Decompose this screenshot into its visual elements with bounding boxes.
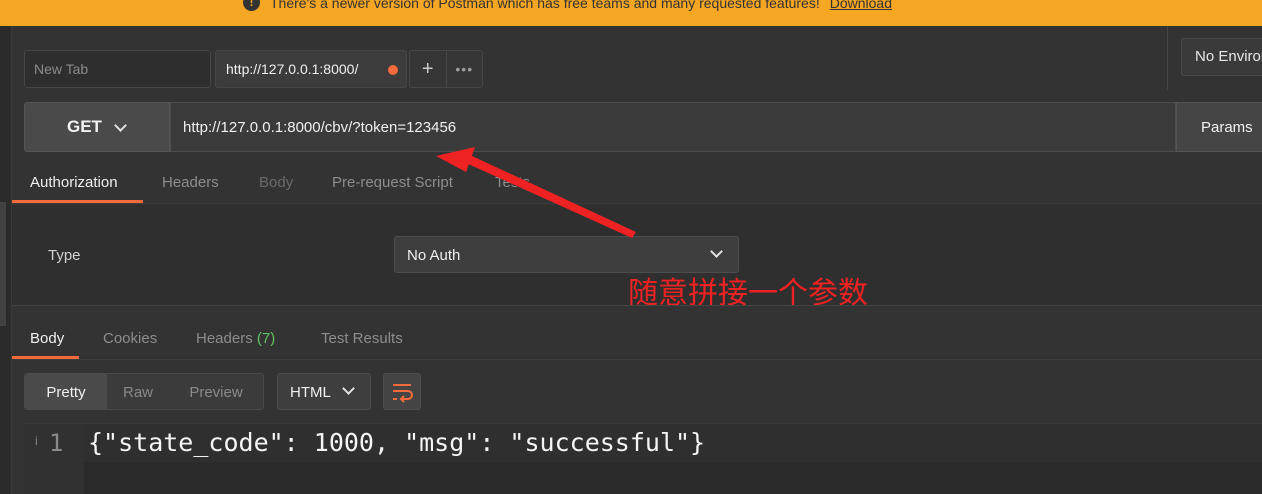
arrow-head <box>436 147 475 172</box>
chevron-down-icon <box>342 382 355 395</box>
section-divider <box>12 305 1262 306</box>
resp-tab-body[interactable]: Body <box>30 330 64 347</box>
annotation-arrow <box>436 147 636 238</box>
response-body-text: {"state_code": 1000, "msg": "successful"… <box>88 428 706 457</box>
view-mode-group: Pretty Raw Preview <box>24 373 264 410</box>
info-icon: i <box>35 434 38 448</box>
line-number-gutter: i 1 <box>24 424 84 494</box>
active-response-tab-indicator <box>12 356 79 359</box>
format-select[interactable]: HTML <box>277 373 371 410</box>
line-number: 1 <box>49 429 64 457</box>
preview-button[interactable]: Preview <box>169 374 263 409</box>
format-value: HTML <box>290 384 331 401</box>
resp-tab-test-results[interactable]: Test Results <box>321 330 403 347</box>
response-body-editor[interactable]: i 1 {"state_code": 1000, "msg": "success… <box>24 423 1262 494</box>
pretty-button[interactable]: Pretty <box>25 374 107 409</box>
arrow-shaft <box>466 155 636 238</box>
resp-headers-count: (7) <box>256 330 276 347</box>
resp-tab-cookies[interactable]: Cookies <box>103 330 157 347</box>
wrap-lines-icon <box>393 384 413 403</box>
wrap-lines-button[interactable] <box>383 373 421 410</box>
resp-tab-headers[interactable]: Headers (7) <box>196 330 275 347</box>
response-tabs: Body Cookies Headers (7) Test Results <box>12 318 1262 360</box>
resp-headers-label: Headers <box>196 330 253 347</box>
raw-button[interactable]: Raw <box>107 374 169 409</box>
